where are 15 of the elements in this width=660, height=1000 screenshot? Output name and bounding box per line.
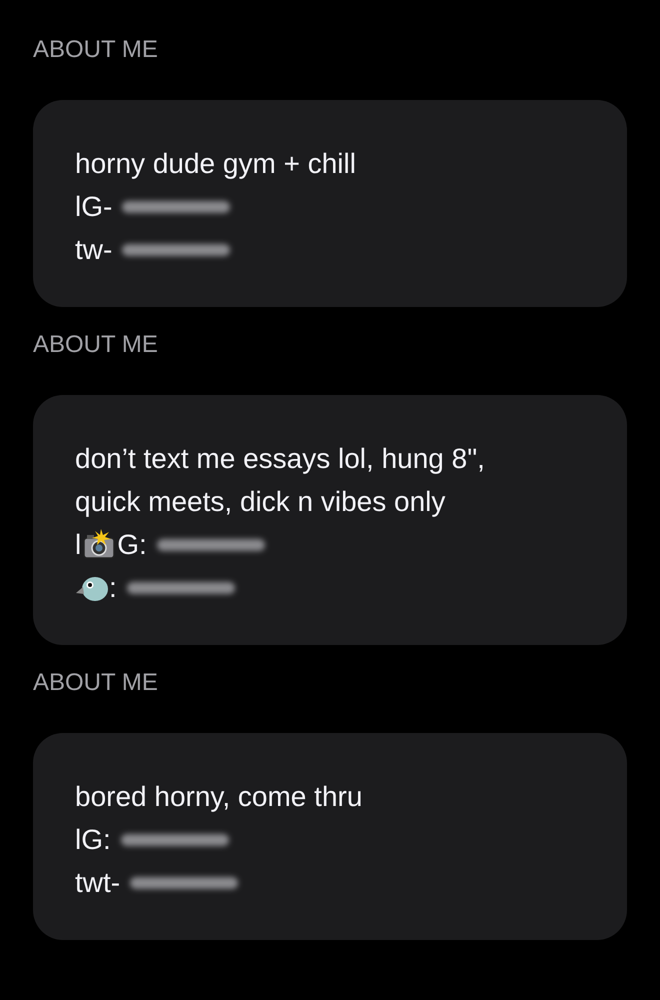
camera-flash-icon [81, 528, 118, 560]
section-heading: ABOUT ME [33, 668, 159, 698]
bio-text: G: [117, 528, 147, 562]
bio-text: l [75, 528, 82, 562]
bio-text: horny dude gym + chill [75, 146, 356, 181]
bio-text: : [109, 570, 117, 604]
bio-text: quick meets, dick n vibes only [75, 484, 446, 519]
bio-text: twt- [75, 866, 120, 900]
bio-text: bored horny, come thru [75, 780, 362, 814]
bio-text: lG- [75, 190, 112, 224]
section-heading: ABOUT ME [33, 35, 159, 65]
bio-text: lG: [75, 822, 111, 856]
section-heading: ABOUT ME [33, 330, 159, 360]
bio-text: tw- [75, 232, 112, 266]
bio-text: don’t text me essays lol, hung 8", [75, 442, 485, 476]
